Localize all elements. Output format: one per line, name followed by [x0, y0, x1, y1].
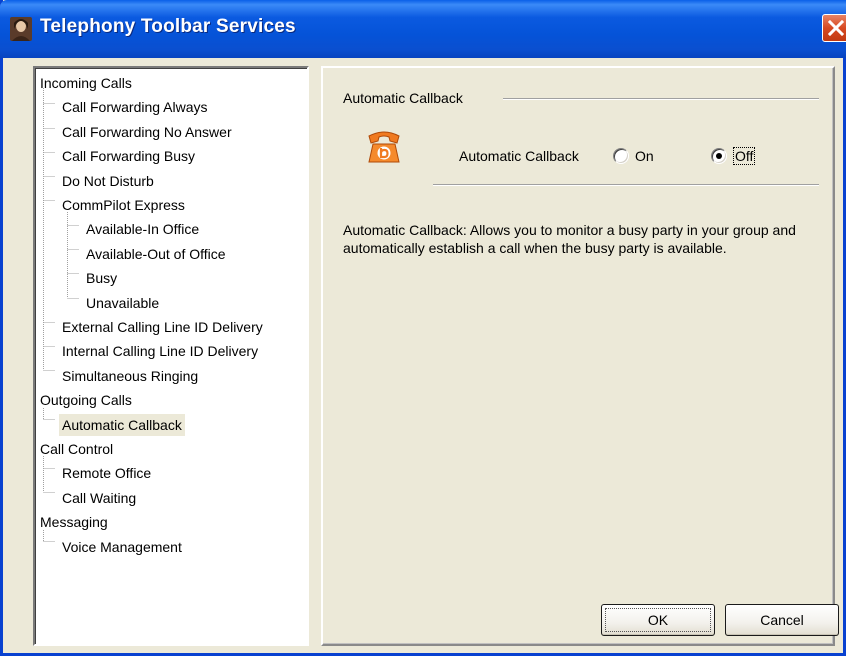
tree-category[interactable]: Outgoing Calls [37, 389, 135, 411]
tree-item[interactable]: Busy [83, 267, 120, 289]
close-x-icon [828, 20, 844, 36]
window-title: Telephony Toolbar Services [40, 16, 296, 37]
group-title: Automatic Callback [343, 90, 463, 106]
tree-item[interactable]: Internal Calling Line ID Delivery [59, 340, 261, 362]
tree-item[interactable]: Do Not Disturb [59, 170, 157, 192]
tree-item[interactable]: External Calling Line ID Delivery [59, 316, 266, 338]
tree-category[interactable]: Messaging [37, 511, 111, 533]
group-divider [503, 98, 819, 100]
radio-off[interactable] [711, 148, 727, 164]
tree-item[interactable]: Available-In Office [83, 218, 202, 240]
tree-item[interactable]: Call Forwarding Always [59, 96, 211, 118]
title-bar[interactable]: Telephony Toolbar Services [0, 0, 846, 58]
tree-item[interactable]: Unavailable [83, 292, 162, 314]
tree-category[interactable]: Incoming Calls [37, 72, 135, 94]
radio-on[interactable] [613, 148, 629, 164]
orange-telephone-callback-icon [368, 131, 400, 163]
radio-selected-dot [716, 153, 722, 159]
tree-category[interactable]: Call Control [37, 438, 116, 460]
tree-item[interactable]: Automatic Callback [59, 413, 185, 436]
settings-panel: Automatic Callback Automatic Callback On… [321, 66, 835, 646]
focus-rect [605, 608, 711, 632]
tree-item[interactable]: Remote Office [59, 462, 154, 484]
tree-item[interactable]: Call Waiting [59, 487, 139, 509]
cancel-button-label: Cancel [760, 612, 804, 628]
tree-item[interactable]: CommPilot Express [59, 194, 188, 216]
dialog-window: Telephony Toolbar Services Incoming Call… [0, 0, 846, 656]
services-tree[interactable]: Incoming Calls Call Forwarding Always Call… [33, 66, 309, 646]
cancel-button[interactable]: Cancel [725, 604, 839, 636]
tree-item[interactable]: Call Forwarding Busy [59, 145, 198, 167]
tree-item[interactable]: Available-Out of Office [83, 243, 229, 265]
section-divider [433, 184, 819, 186]
close-button[interactable] [822, 14, 846, 42]
automatic-callback-label: Automatic Callback [459, 148, 579, 164]
tree-item[interactable]: Voice Management [59, 536, 185, 558]
radio-on-label[interactable]: On [635, 148, 654, 164]
person-portrait-icon [10, 17, 32, 41]
radio-off-label[interactable]: Off [733, 147, 756, 165]
ok-button[interactable]: OK [601, 604, 715, 636]
tree-item[interactable]: Call Forwarding No Answer [59, 121, 235, 143]
feature-description: Automatic Callback: Allows you to monito… [343, 222, 796, 256]
tree-item[interactable]: Simultaneous Ringing [59, 365, 201, 387]
